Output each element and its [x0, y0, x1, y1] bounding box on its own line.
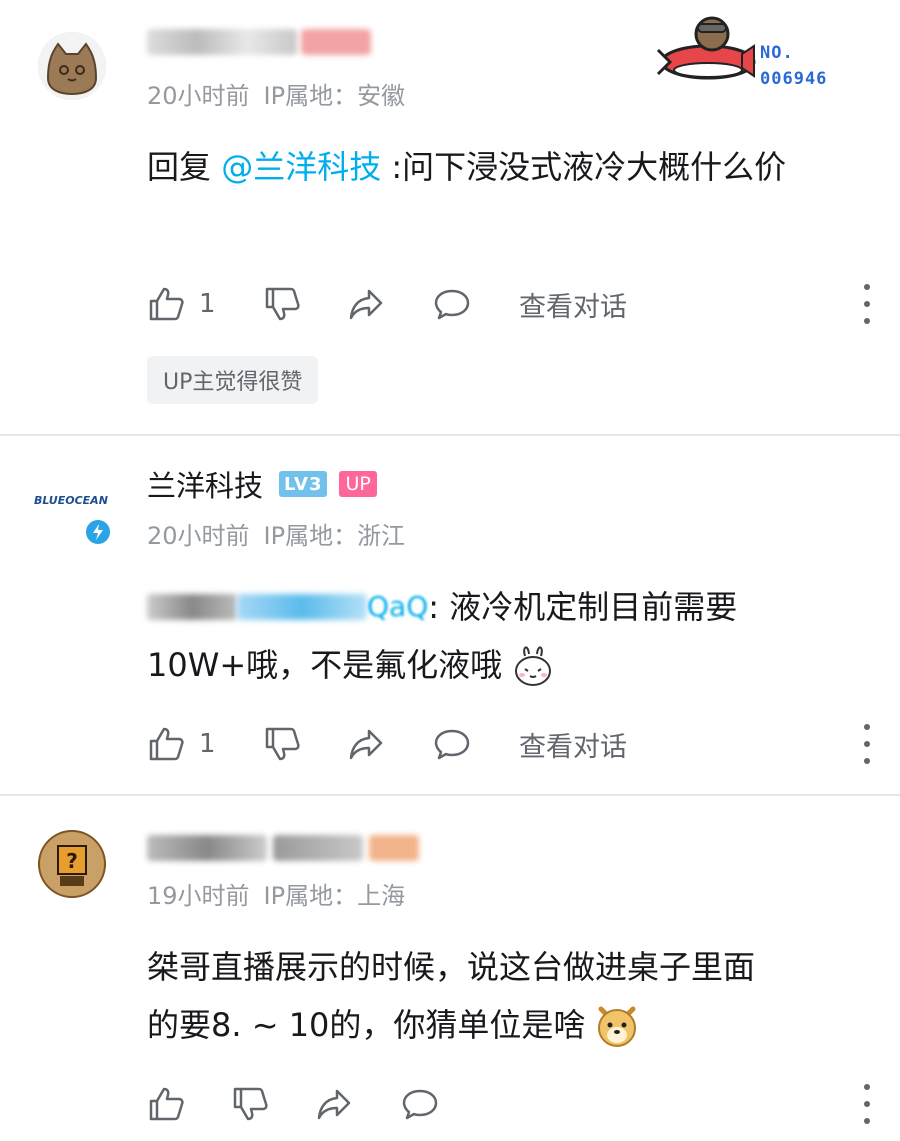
comment-actions: [147, 1082, 877, 1126]
comment-ip-location: IP属地：安徽: [263, 82, 406, 110]
reply-target-tail: QaQ: [367, 590, 429, 623]
like-count: 1: [199, 729, 216, 759]
thumbs-down-icon: [233, 1087, 268, 1121]
comment-body: 桀哥直播展示的时候，说这台做进桌子里面 的要8. ~ 10的，你猜单位是啥: [147, 938, 887, 1054]
comment-divider: [0, 434, 900, 436]
like-button[interactable]: 1: [147, 722, 216, 766]
view-conversation-link[interactable]: 查看对话: [519, 282, 627, 326]
username[interactable]: 兰洋科技: [147, 463, 263, 505]
user-avatar-question-block[interactable]: ?: [38, 830, 106, 898]
user-avatar-cat[interactable]: [38, 32, 106, 100]
share-arrow-icon: [349, 729, 383, 760]
thumbs-down-icon: [265, 727, 300, 761]
bunny-emoji-icon: [515, 646, 552, 686]
fan-decoration-number: NO. 006946: [760, 43, 828, 89]
comment-bubble-icon: [434, 289, 470, 320]
share-button[interactable]: [347, 282, 385, 326]
user-avatar-blueocean[interactable]: BLUEOCEAN: [34, 466, 112, 546]
comment-time: 19小时前: [147, 882, 250, 910]
reply-button[interactable]: [433, 722, 471, 766]
comment-line-2: 10W+哦，不是氟化液哦: [147, 636, 867, 694]
comment-text-line-2: 10W+哦，不是氟化液哦: [147, 646, 503, 684]
svg-text:?: ?: [66, 849, 78, 873]
username-row: 兰洋科技 LV3 UP: [147, 464, 377, 504]
more-options-icon[interactable]: [857, 1084, 877, 1124]
dislike-button[interactable]: [231, 1082, 269, 1126]
cat-avatar-icon: [38, 32, 106, 100]
more-options-icon[interactable]: [857, 724, 877, 764]
verified-lightning-icon: [84, 518, 112, 546]
view-conversation-link[interactable]: 查看对话: [519, 722, 627, 766]
like-count: 1: [199, 289, 216, 319]
avatar-logo-text: BLUEOCEAN: [34, 494, 108, 507]
comment-time: 20小时前: [147, 82, 250, 110]
like-button[interactable]: 1: [147, 282, 216, 326]
share-button[interactable]: [315, 1082, 353, 1126]
comment-body: 回复 @兰洋科技 :问下浸没式液冷大概什么价: [147, 138, 867, 196]
doge-emoji-icon: [598, 1006, 637, 1047]
thumbs-up-icon: [149, 287, 184, 321]
comment-text-line-1: : 液冷机定制目前需要: [428, 588, 738, 626]
reply-button[interactable]: [401, 1082, 439, 1126]
share-arrow-icon: [317, 1089, 351, 1120]
comment-text-line-2: 的要8. ~ 10的，你猜单位是啥: [147, 1006, 586, 1044]
comment-line-1: QaQ : 液冷机定制目前需要: [147, 578, 867, 636]
share-button[interactable]: [347, 722, 385, 766]
comment-text: :问下浸没式液冷大概什么价: [381, 148, 787, 186]
thumbs-down-icon: [265, 287, 300, 321]
fan-decoration-plane[interactable]: [650, 10, 760, 90]
comment-line-2: 的要8. ~ 10的，你猜单位是啥: [147, 996, 887, 1054]
username-blurred[interactable]: [147, 828, 419, 868]
comment-meta: 20小时前 IP属地：安徽: [147, 76, 405, 111]
comment-actions: 1 查看对话: [147, 282, 877, 326]
comment-bubble-icon: [402, 1089, 438, 1120]
level-badge: LV3: [279, 471, 328, 497]
comment-ip-location: IP属地：上海: [263, 882, 406, 910]
up-liked-badge: UP主觉得很赞: [147, 356, 319, 404]
plane-cat-icon: [656, 16, 756, 80]
up-tag: UP: [339, 471, 377, 497]
like-button[interactable]: [147, 1082, 185, 1126]
comment-divider: [0, 794, 900, 796]
more-options-icon[interactable]: [857, 284, 877, 324]
comment-bubble-icon: [434, 729, 470, 760]
comment-meta: 20小时前 IP属地：浙江: [147, 516, 405, 551]
thumbs-up-icon: [149, 727, 184, 761]
question-block-avatar-icon: ?: [38, 830, 106, 898]
dislike-button[interactable]: [263, 722, 301, 766]
comment-text-line-1: 桀哥直播展示的时候，说这台做进桌子里面: [147, 948, 756, 986]
comment-body: QaQ : 液冷机定制目前需要 10W+哦，不是氟化液哦: [147, 578, 867, 694]
mention-link[interactable]: @兰洋科技: [221, 148, 381, 186]
comment-time: 20小时前: [147, 522, 250, 550]
reply-prefix: 回复: [147, 148, 222, 186]
dislike-button[interactable]: [263, 282, 301, 326]
reply-target-blurred[interactable]: QaQ: [147, 578, 428, 636]
username-blurred[interactable]: [147, 22, 371, 62]
reply-button[interactable]: [433, 282, 471, 326]
share-arrow-icon: [349, 289, 383, 320]
comment-meta: 19小时前 IP属地：上海: [147, 876, 405, 911]
comment-ip-location: IP属地：浙江: [263, 522, 406, 550]
comment-actions: 1 查看对话: [147, 722, 877, 766]
thumbs-up-icon: [149, 1087, 184, 1121]
